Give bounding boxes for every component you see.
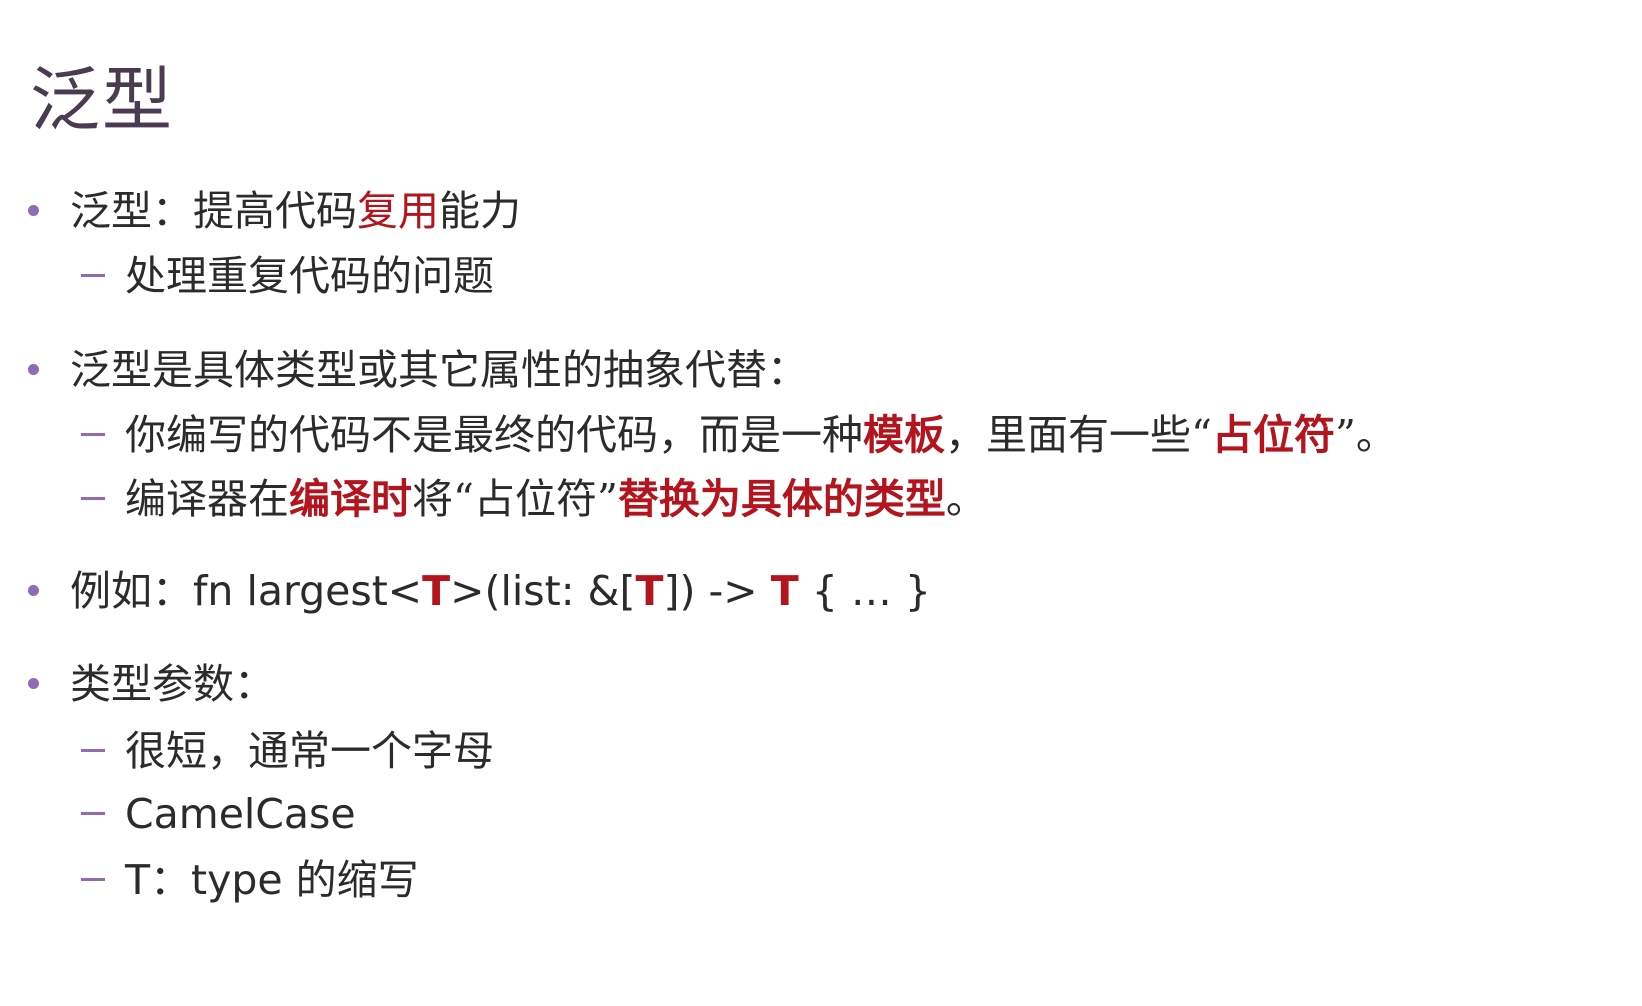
sub-bullet-text: 。 [945,475,987,523]
bullet-dot-icon [28,678,39,689]
sub-bullet-text: type [191,856,283,904]
bullet-text: fn largest< [193,567,423,615]
sub-bullet-item: 很短，通常一个字母 [81,723,494,779]
slide-title: 泛型 [30,59,174,141]
sub-bullet-item: 编译器在编译时将“占位符”替换为具体的类型。 [81,471,987,527]
bullet-item: 例如：fn largest<T>(list: &[T]) -> T { … } [28,563,931,619]
sub-bullet-item: T：type 的缩写 [81,852,419,908]
bullet-text: ]) -> [663,567,771,615]
bullet-item: 泛型：提高代码复用能力 [28,183,521,239]
sub-bullet-item: 处理重复代码的问题 [81,248,494,304]
sub-bullet-text: 编译器在 [125,475,289,523]
bullet-text: T [422,567,451,615]
sub-bullet-text: 替换为具体的类型 [617,475,946,523]
bullet-text: { … } [798,567,931,615]
sub-bullet-text: 占位符 [1211,411,1335,459]
sub-bullet-text: ： [150,856,192,904]
sub-bullet-item: CamelCase [81,786,356,842]
slide: 泛型 泛型：提高代码复用能力处理重复代码的问题泛型是具体类型或其它属性的抽象代替… [0,0,1642,1006]
sub-bullet-text: 你编写的代码不是最终的代码，而是一种 [125,411,863,459]
sub-bullet-text: 处理重复代码的问题 [125,252,494,300]
bullet-text: 例如： [70,567,193,615]
bullet-dot-icon [28,205,39,216]
bullet-item: 类型参数： [28,656,275,712]
bullet-text: >(list: &[ [450,567,636,615]
dash-icon [81,274,105,277]
dash-icon [81,497,105,500]
bullet-text: 复用 [357,187,439,235]
bullet-text: T [635,567,664,615]
sub-bullet-text: ”。 [1334,411,1397,459]
sub-bullet-text: 将“占位符” [412,475,618,523]
dash-icon [81,878,105,881]
bullet-text: 能力 [439,187,521,235]
sub-bullet-text: 的缩写 [282,856,419,904]
sub-bullet-text: 模板 [863,411,945,459]
bullet-text: 泛型：提高代码 [70,187,357,235]
dash-icon [81,812,105,815]
dash-icon [81,749,105,752]
bullet-dot-icon [28,585,39,596]
sub-bullet-text: 很短，通常一个字母 [125,727,494,775]
dash-icon [81,433,105,436]
bullet-text: 泛型是具体类型或其它属性的抽象代替： [70,346,808,394]
bullet-dot-icon [28,364,39,375]
bullet-item: 泛型是具体类型或其它属性的抽象代替： [28,342,808,398]
sub-bullet-text: ，里面有一些“ [945,411,1212,459]
sub-bullet-item: 你编写的代码不是最终的代码，而是一种模板，里面有一些“占位符”。 [81,407,1397,463]
sub-bullet-text: CamelCase [125,790,356,838]
sub-bullet-text: T [125,856,151,904]
bullet-text: 类型参数： [70,660,275,708]
bullet-text: T [770,567,799,615]
sub-bullet-text: 编译时 [289,475,412,523]
